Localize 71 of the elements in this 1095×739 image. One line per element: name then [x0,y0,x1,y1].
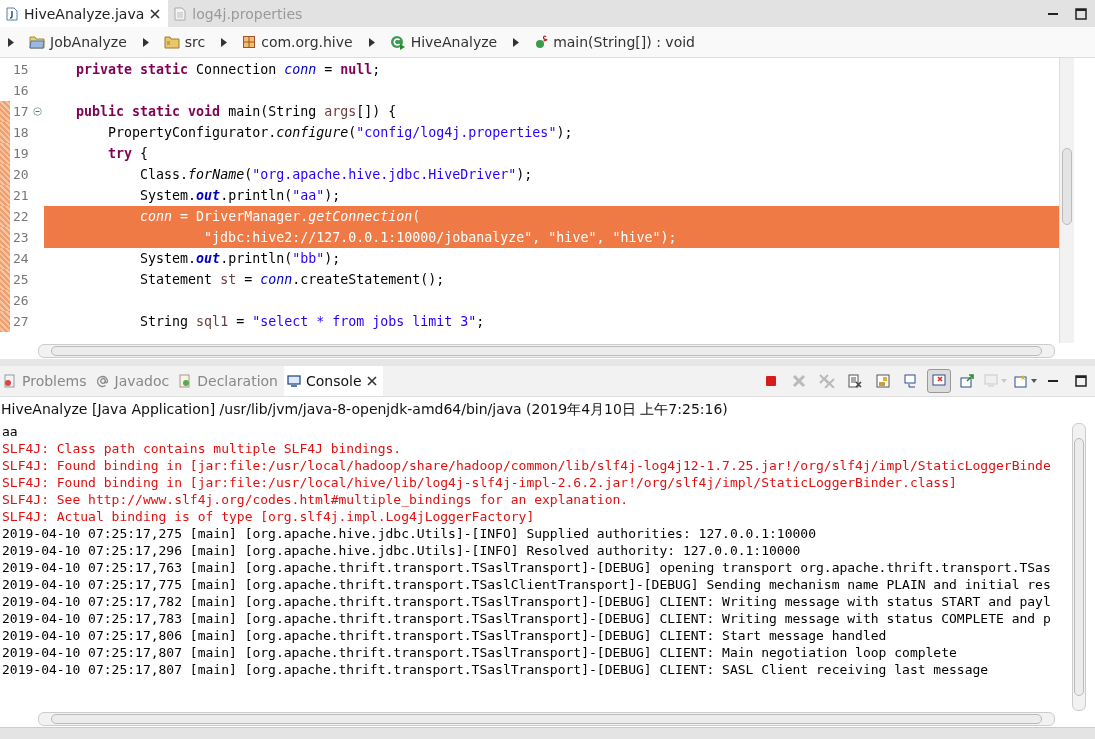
view-tab[interactable]: Console [284,366,383,396]
console-line: SLF4J: Found binding in [jar:file:/usr/local/hive/lib/log4j-slf4j-impl-2.6.2.jar!/org/slf4j/impl/StaticLoggerBinder.class] [2,474,958,491]
close-icon[interactable] [150,8,161,19]
line-number: 21 [12,188,30,203]
close-icon[interactable] [366,376,377,386]
declaration-icon [178,374,193,388]
code-line: public static void main(String args[]) { [75,104,397,119]
code-line: Statement st = conn.createStatement(); [139,272,445,287]
folder-icon [29,35,45,49]
line-number: 27 [12,314,30,329]
caret-icon[interactable] [8,37,14,47]
console-line: SLF4J: See http://www.slf4j.org/codes.html#multiple_bindings for an explanation. [2,491,630,508]
monitor-icon [287,374,301,388]
line-number: 24 [12,251,30,266]
class-icon [389,34,406,50]
line-number: 22 [12,209,30,224]
folder-icon [163,35,180,49]
scrollbar-thumb[interactable] [1074,438,1084,696]
line-number: 15 [12,62,30,77]
editor-tab[interactable]: HiveAnalyze.java [0,0,169,27]
console-line: 2019-04-10 07:25:17,775 [main] [org.apache.thrift.transport.TSaslClientTransport]-[DEBUG] Sending mechanism name PLAIN and initial res [2,576,1052,593]
line-number: 26 [12,293,30,308]
breadcrumb-item[interactable]: JobAnalyze [8,34,127,50]
console-line: 2019-04-10 07:25:17,296 [main] [org.apache.hive.jdbc.Utils]-[INFO] Resolved authority: 127.0.0.1:10000 [2,542,802,559]
package-icon [242,35,257,49]
console-line: 2019-04-10 07:25:17,807 [main] [org.apache.thrift.transport.TSaslTransport]-[DEBUG] CLIENT: SASL Client receiving last message [2,661,990,678]
code-line: PropertyConfigurator.configure("config/log4j.properties"); [107,125,573,140]
maximize-icon[interactable] [1075,375,1087,387]
at-sign-icon [95,374,110,388]
breadcrumb-item[interactable]: HiveAnalyze [368,34,498,50]
scrollbar-thumb[interactable] [51,346,1042,356]
console-line: aa [2,423,19,440]
code-line: String sql1 = "select * from jobs limit 3"; [139,314,485,329]
console-line: SLF4J: Actual binding is of type [org.slf4j.impl.Log4jLoggerFactory] [2,508,536,525]
scrollbar-thumb[interactable] [51,714,1042,724]
code-line: Class.forName("org.apache.hive.jdbc.HiveDriver"); [139,167,533,182]
console-line: SLF4J: Found binding in [jar:file:/usr/local/hadoop/share/hadoop/common/lib/slf4j-log4j12-1.7.25.jar!/org/slf4j/impl/StaticLoggerBinde [2,457,1052,474]
code-line: try { [107,146,149,161]
console-line: SLF4J: Class path contains multiple SLF4J bindings. [2,440,403,457]
show-on-output-icon[interactable] [927,369,951,393]
line-number: 25 [12,272,30,287]
line-number: 18 [12,125,30,140]
collapse-icon[interactable] [33,107,42,116]
line-number: 19 [12,146,30,161]
line-number: 17 [12,104,30,119]
breadcrumb-item[interactable]: main(String[]) : void [513,34,695,50]
caret-icon[interactable] [368,37,375,47]
method-icon [534,35,549,49]
code-line: private static Connection conn = null; [75,62,381,77]
console-description: HiveAnalyze [Java Application] /usr/lib/jvm/java-8-openjdk-amd64/bin/java (2019年4月10日 上午7:25:16) [0,400,729,419]
maximize-icon[interactable] [1075,7,1087,20]
breadcrumb-item[interactable]: src [142,34,206,50]
console-line: 2019-04-10 07:25:17,275 [main] [org.apache.hive.jdbc.Utils]-[INFO] Supplied authorities: 127.0.0.1:10000 [2,525,817,542]
line-number: 20 [12,167,30,182]
caret-icon[interactable] [221,37,228,47]
code-line: System.out.println("bb"); [139,251,341,266]
problems-icon [3,374,17,388]
console-line: 2019-04-10 07:25:17,783 [main] [org.apache.thrift.transport.TSaslTransport]-[DEBUG] CLIENT: Writing message with status COMPLETE and p [2,610,1052,627]
breadcrumb-item[interactable]: com.org.hive [221,34,353,50]
line-number: 16 [12,83,30,98]
line-number: 23 [12,230,30,245]
console-line: 2019-04-10 07:25:17,763 [main] [org.apache.thrift.transport.TSaslTransport]-[DEBUG] opening transport org.apache.thrift.transport.TSas [2,559,1052,576]
console-line: 2019-04-10 07:25:17,782 [main] [org.apache.thrift.transport.TSaslTransport]-[DEBUG] CLIENT: Writing message with status START and payl [2,593,1052,610]
caret-icon[interactable] [513,37,520,47]
console-line: 2019-04-10 07:25:17,807 [main] [org.apache.thrift.transport.TSaslTransport]-[DEBUG] CLIENT: Main negotiation loop complete [2,644,958,661]
console-line: 2019-04-10 07:25:17,806 [main] [org.apache.thrift.transport.TSaslTransport]-[DEBUG] CLIENT: Start message handled [2,627,888,644]
java-file-icon [6,6,18,21]
code-line: System.out.println("aa"); [139,188,341,203]
caret-icon[interactable] [142,37,149,47]
scrollbar-thumb[interactable] [1062,148,1072,225]
text-file-icon [174,6,187,21]
